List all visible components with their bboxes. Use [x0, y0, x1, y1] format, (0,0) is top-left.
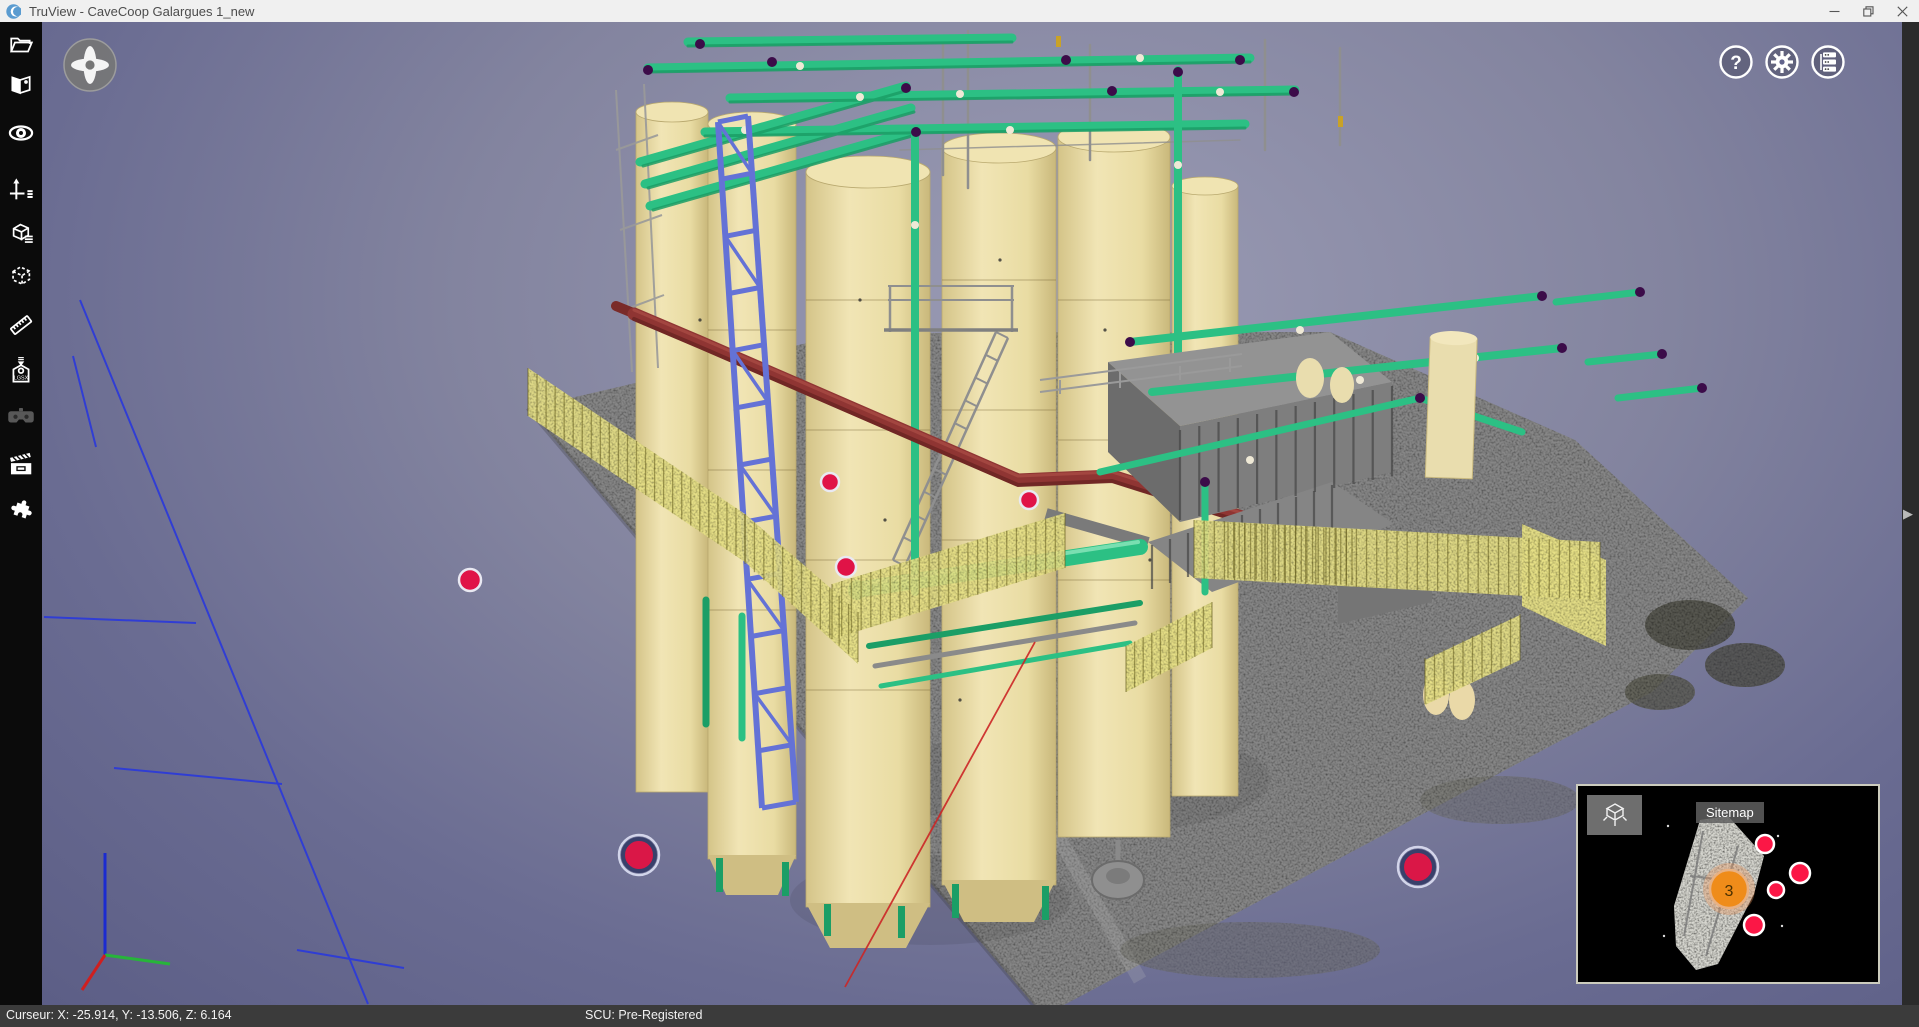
- settings-button[interactable]: [1764, 44, 1800, 80]
- title-bar: TruView - CaveCoop Galargues 1_new: [0, 0, 1919, 22]
- toolbar-limit-box-button[interactable]: [0, 256, 42, 294]
- cube-icon: [1598, 800, 1632, 830]
- toolbar-elevation-axis-button[interactable]: [0, 171, 42, 209]
- lgsx-tag-icon: LGSX: [7, 356, 35, 384]
- orbit-navigation-widget[interactable]: [62, 37, 118, 93]
- vr-headset-icon: [6, 400, 36, 430]
- sitemap-scan-dot[interactable]: [1768, 882, 1784, 898]
- viewport-3d[interactable]: ?: [42, 22, 1902, 1005]
- panorama-book-icon: [8, 72, 34, 98]
- question-icon: ?: [1730, 53, 1742, 74]
- panel-expand-arrow-icon[interactable]: ▶: [1903, 506, 1913, 522]
- window-controls: [1817, 0, 1919, 22]
- svg-text:LGSX: LGSX: [14, 376, 29, 382]
- toolbar-lgsx-export-button[interactable]: LGSX: [0, 351, 42, 389]
- close-button[interactable]: [1885, 0, 1919, 22]
- help-button[interactable]: ?: [1718, 44, 1754, 80]
- scan-position-marker[interactable]: [821, 473, 839, 491]
- puzzle-icon: [8, 497, 35, 524]
- sitemap-scan-dot[interactable]: [1756, 835, 1774, 853]
- sitemap-home-view-button[interactable]: [1587, 795, 1642, 835]
- axis-list-icon: [7, 176, 35, 204]
- left-toolbar: LGSX: [0, 22, 42, 1005]
- restore-button[interactable]: [1851, 0, 1885, 22]
- toolbar-measure-button[interactable]: [0, 306, 42, 344]
- viewport-buttons: ?: [1718, 44, 1846, 80]
- toolbar-vr-mode-button[interactable]: [0, 396, 42, 434]
- truview-logo-icon: [6, 4, 21, 19]
- ucs-triad: [82, 853, 170, 990]
- sitemap-panel: 3 Sitemap: [1576, 784, 1880, 984]
- toolbar-open-project-button[interactable]: [0, 26, 42, 64]
- scan-position-marker[interactable]: [1402, 851, 1434, 883]
- dashed-cube-icon: [8, 262, 35, 289]
- scan-position-marker[interactable]: [1020, 491, 1038, 509]
- scu-status: SCU: Pre-Registered: [585, 1008, 702, 1022]
- scan-position-marker[interactable]: [836, 557, 856, 577]
- scan-position-marker[interactable]: [459, 569, 481, 591]
- cursor-coordinates: Curseur: X: -25.914, Y: -13.506, Z: 6.16…: [6, 1008, 232, 1022]
- scan-position-marker[interactable]: [623, 839, 655, 871]
- toolbar-panorama-view-button[interactable]: [0, 66, 42, 104]
- toolbar-animation-button[interactable]: [0, 446, 42, 484]
- folder-open-icon: [8, 32, 34, 58]
- cube-list-icon: [8, 219, 35, 246]
- viewpoint-list-button[interactable]: [1810, 44, 1846, 80]
- sitemap-scan-dot[interactable]: [1790, 863, 1810, 883]
- window-title: TruView - CaveCoop Galargues 1_new: [29, 4, 254, 19]
- current-position-label: 3: [1725, 883, 1734, 900]
- ucs-grid-lines: [44, 300, 404, 1004]
- minimize-button[interactable]: [1817, 0, 1851, 22]
- clapperboard-icon: [7, 451, 35, 479]
- app-window: TruView - CaveCoop Galargues 1_new: [0, 0, 1919, 1027]
- sitemap-scan-dot[interactable]: [1744, 915, 1764, 935]
- eye-icon: [7, 119, 35, 147]
- right-panel-collapsed: ▶: [1902, 22, 1919, 1005]
- sitemap-title: Sitemap: [1696, 802, 1764, 823]
- server-list-icon: [1821, 52, 1836, 71]
- toolbar-plugins-button[interactable]: [0, 491, 42, 529]
- status-bar: Curseur: X: -25.914, Y: -13.506, Z: 6.16…: [0, 1005, 1919, 1027]
- toolbar-view-cube-button[interactable]: [0, 213, 42, 251]
- toolbar-visibility-button[interactable]: [0, 114, 42, 152]
- gear-icon: [1771, 51, 1793, 73]
- ruler-icon: [7, 311, 35, 339]
